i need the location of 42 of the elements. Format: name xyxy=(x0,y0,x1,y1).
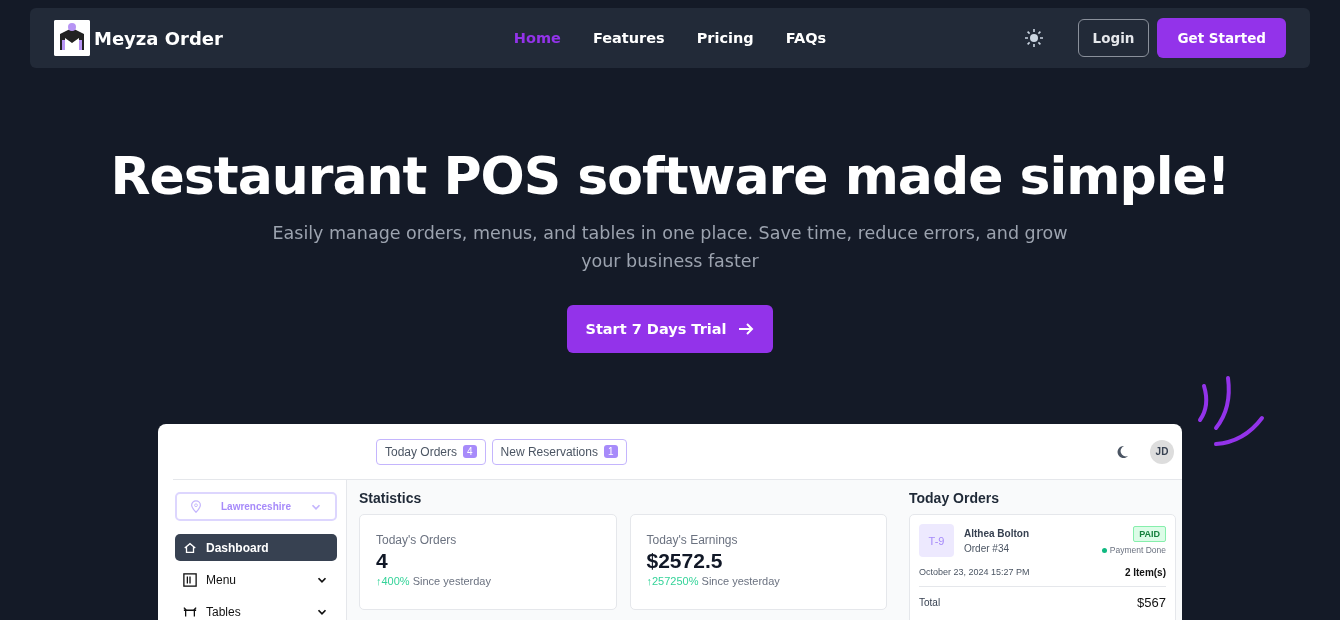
logo-icon[interactable] xyxy=(54,20,90,56)
status-dot-icon xyxy=(1101,547,1107,553)
orders-chip[interactable]: New Reservations 1 xyxy=(491,438,627,465)
change-percent: ↑400% xyxy=(376,575,410,587)
hero-title: Restaurant POS software made simple! xyxy=(110,148,1230,206)
change-note: Since yesterday xyxy=(701,575,780,587)
count-badge: 4 xyxy=(463,445,477,458)
stat-label: Today's Orders xyxy=(376,533,458,547)
home-icon xyxy=(183,540,197,555)
section-title: Statistics xyxy=(359,490,423,506)
orders-chip[interactable]: Today Orders 4 xyxy=(376,438,486,465)
sidebar-item[interactable]: Menu xyxy=(175,566,337,593)
table-icon xyxy=(183,604,197,619)
change-note: Since yesterday xyxy=(412,575,491,587)
hero-subtitle: Easily manage orders, menus, and tables in one place. Save time, reduce errors, and grow your business faster xyxy=(271,222,1069,274)
item-count: 2 Item(s) xyxy=(1124,567,1166,578)
avatar[interactable]: JD xyxy=(1150,439,1174,464)
nav-link[interactable]: FAQs xyxy=(785,30,827,46)
login-button[interactable]: Login xyxy=(1077,19,1150,57)
nav-link[interactable]: Features xyxy=(592,30,665,46)
customer-name: Althea Bolton xyxy=(964,527,1029,539)
table-tag: T-9 xyxy=(919,524,954,557)
trial-button[interactable]: Start 7 Days Trial xyxy=(567,305,773,354)
sun-icon[interactable] xyxy=(1023,28,1044,48)
stat-value: $2572.5 xyxy=(646,549,724,573)
stat-label: Today's Earnings xyxy=(646,533,739,547)
location-pin-icon xyxy=(189,499,203,514)
payment-status: Payment Done xyxy=(1109,545,1166,555)
total-label: Total xyxy=(919,597,941,608)
get-started-button[interactable]: Get Started xyxy=(1157,18,1286,58)
sidebar-item[interactable]: Dashboard xyxy=(175,534,337,561)
count-badge: 1 xyxy=(603,445,618,458)
status-tag: PAID xyxy=(1133,526,1166,542)
sidebar-item[interactable]: Tables xyxy=(175,598,337,620)
total-amount: $567 xyxy=(1137,595,1166,610)
nav-link[interactable]: Pricing xyxy=(696,30,754,46)
brand-name: Meyza Order xyxy=(94,27,223,49)
stat-value: 4 xyxy=(376,549,389,573)
order-number: Order #34 xyxy=(964,542,1011,554)
order-date: October 23, 2024 15:27 PM xyxy=(919,567,1030,578)
section-title: Today Orders xyxy=(909,490,1000,506)
change-percent: ↑257250% xyxy=(646,575,699,587)
